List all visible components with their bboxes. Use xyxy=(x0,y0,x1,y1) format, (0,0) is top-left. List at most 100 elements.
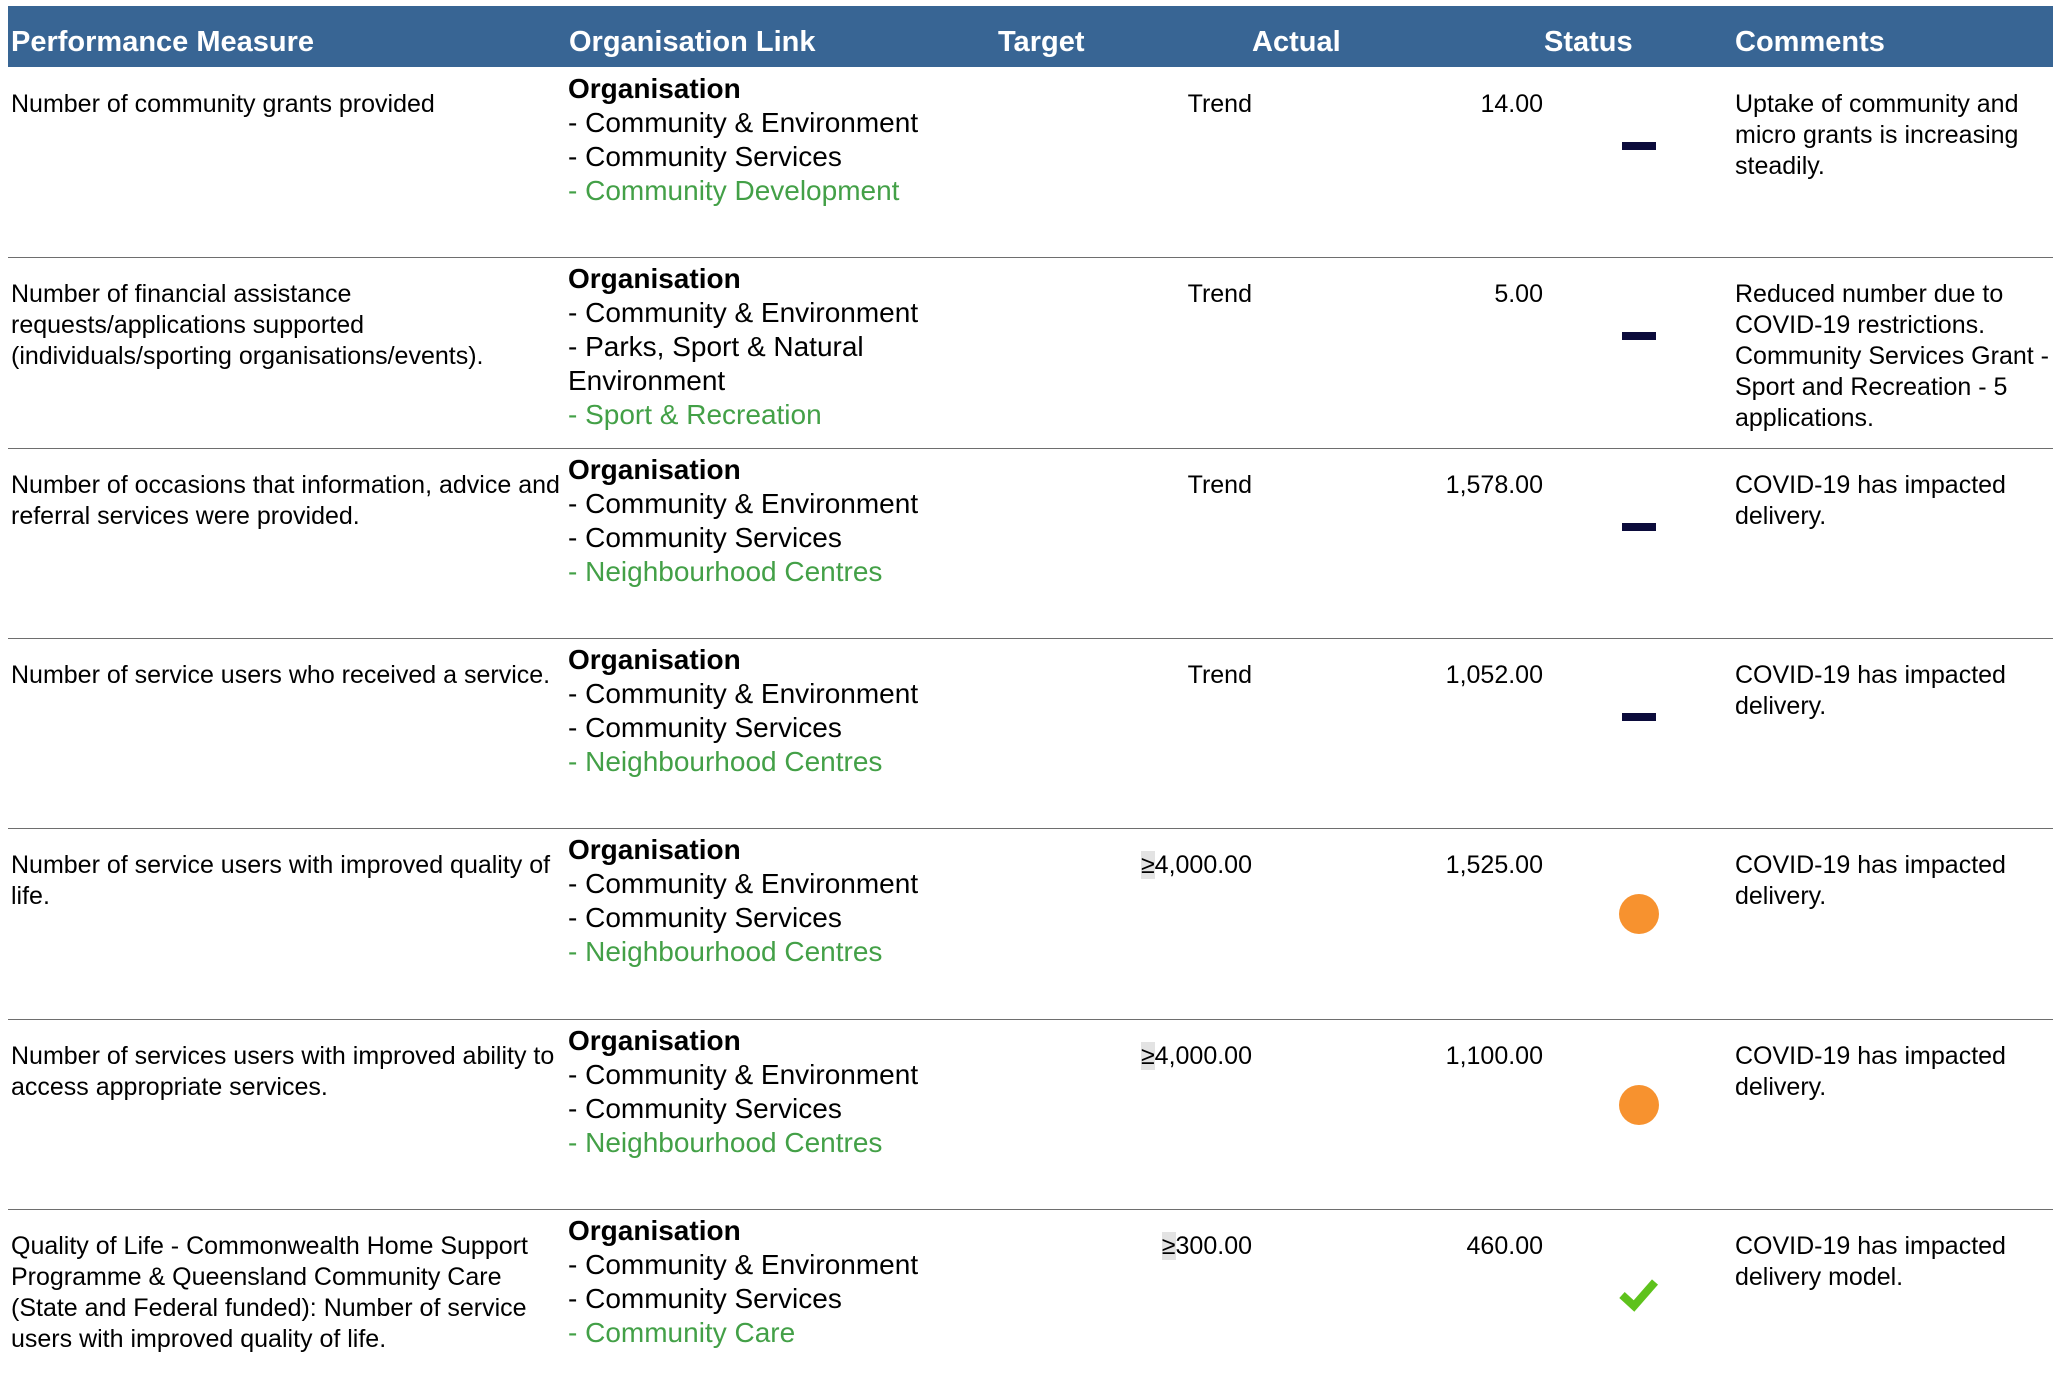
organisation-link: Organisation - Community & Environment - C… xyxy=(568,1024,988,1160)
table-row: Number of occasions that information, ad… xyxy=(0,448,2053,638)
target-number: Trend xyxy=(1187,280,1252,308)
table-row: Number of service users with improved qu… xyxy=(0,828,2053,1018)
target-value: Trend xyxy=(1188,660,1252,691)
actual-value: 1,525.00 xyxy=(1445,851,1543,879)
organisation-line: - Community & Environment xyxy=(568,488,919,519)
table-row: Quality of Life - Commonwealth Home Supp… xyxy=(0,1209,2053,1399)
row-divider xyxy=(8,1209,2053,1210)
organisation-unit-link[interactable]: - Neighbourhood Centres xyxy=(568,745,988,779)
actual-value: 1,100.00 xyxy=(1445,1042,1543,1070)
orange-circle-icon xyxy=(1618,1085,1660,1127)
row-divider xyxy=(8,448,2053,449)
header-actual: Actual xyxy=(1252,26,1341,58)
row-divider xyxy=(8,1019,2053,1020)
header-status: Status xyxy=(1544,26,1633,58)
greater-equal-symbol: ≥ xyxy=(1140,851,1155,879)
performance-measure: Number of community grants provided xyxy=(11,90,435,118)
organisation-line: - Community & Environment xyxy=(568,868,919,899)
organisation-line: - Community Services xyxy=(568,522,842,553)
orange-circle-icon xyxy=(1618,894,1660,936)
table-row: Number of services users with improved a… xyxy=(0,1019,2053,1209)
organisation-heading: Organisation xyxy=(568,454,741,485)
greater-equal-symbol: ≥ xyxy=(1161,1232,1176,1260)
actual-value: 1,578.00 xyxy=(1445,471,1543,499)
row-divider xyxy=(8,828,2053,829)
organisation-line: - Community & Environment xyxy=(568,107,919,138)
performance-measure: Number of service users with improved qu… xyxy=(11,851,551,910)
organisation-line: - Community Services xyxy=(568,141,842,172)
actual-value: 460.00 xyxy=(1466,1232,1543,1260)
performance-measure: Number of financial assistance requests/… xyxy=(11,280,484,370)
comment-text: Uptake of community and micro grants is … xyxy=(1735,90,2019,180)
organisation-unit-link[interactable]: - Neighbourhood Centres xyxy=(568,555,988,589)
header-target: Target xyxy=(998,26,1085,58)
organisation-link: Organisation - Community & Environment - C… xyxy=(568,453,988,589)
organisation-line: - Community & Environment xyxy=(568,678,919,709)
target-number: Trend xyxy=(1187,471,1252,499)
comment-text: COVID-19 has impacted delivery. xyxy=(1735,661,2006,720)
organisation-heading: Organisation xyxy=(568,644,741,675)
organisation-heading: Organisation xyxy=(568,73,741,104)
organisation-line: - Community Services xyxy=(568,1283,842,1314)
header-performance-measure: Performance Measure xyxy=(11,26,315,58)
greater-equal-symbol: ≥ xyxy=(1140,1042,1155,1070)
comment-text: Reduced number due to COVID-19 restricti… xyxy=(1735,280,2049,432)
row-divider xyxy=(8,257,2053,258)
target-number: 4,000.00 xyxy=(1154,851,1252,879)
organisation-line: - Community & Environment xyxy=(568,1249,919,1280)
organisation-line: - Community Services xyxy=(568,1093,842,1124)
actual-value: 14.00 xyxy=(1480,90,1543,118)
comment-text: COVID-19 has impacted delivery. xyxy=(1735,851,2006,910)
table-row: Number of financial assistance requests/… xyxy=(0,257,2053,447)
organisation-unit-link[interactable]: - Community Care xyxy=(568,1316,988,1350)
organisation-link: Organisation - Community & Environment - C… xyxy=(568,833,988,969)
organisation-heading: Organisation xyxy=(568,1025,741,1056)
organisation-unit-link[interactable]: - Neighbourhood Centres xyxy=(568,935,988,969)
performance-measure: Number of services users with improved a… xyxy=(11,1042,555,1101)
organisation-unit-link[interactable]: - Sport & Recreation xyxy=(568,398,988,432)
organisation-link: Organisation - Community & Environment - C… xyxy=(568,1214,988,1350)
performance-measure: Quality of Life - Commonwealth Home Supp… xyxy=(11,1232,528,1353)
target-value: ≥4,000.00 xyxy=(1140,1041,1252,1072)
header-comments: Comments xyxy=(1735,26,1885,58)
target-number: 300.00 xyxy=(1175,1232,1252,1260)
header-organisation-link: Organisation Link xyxy=(569,26,816,58)
dash-icon xyxy=(1618,704,1660,746)
table-row: Number of service users who received a s… xyxy=(0,638,2053,828)
organisation-link: Organisation - Community & Environment - C… xyxy=(568,643,988,779)
target-value: ≥300.00 xyxy=(1161,1231,1252,1262)
target-number: 4,000.00 xyxy=(1154,1042,1252,1070)
table-header: Performance Measure Organisation Link Ta… xyxy=(8,6,2053,67)
target-value: Trend xyxy=(1188,89,1252,120)
actual-value: 5.00 xyxy=(1494,280,1543,308)
organisation-line: - Community & Environment xyxy=(568,1059,919,1090)
target-number: Trend xyxy=(1187,661,1252,689)
organisation-unit-link[interactable]: - Community Development xyxy=(568,174,988,208)
dash-icon xyxy=(1618,514,1660,556)
actual-value: 1,052.00 xyxy=(1445,661,1543,689)
comment-text: COVID-19 has impacted delivery. xyxy=(1735,1042,2006,1101)
organisation-heading: Organisation xyxy=(568,834,741,865)
comment-text: COVID-19 has impacted delivery. xyxy=(1735,471,2006,530)
organisation-line: - Parks, Sport & Natural Environment xyxy=(568,331,864,396)
green-check-icon xyxy=(1618,1275,1660,1317)
organisation-heading: Organisation xyxy=(568,263,741,294)
target-value: Trend xyxy=(1188,279,1252,310)
performance-measure: Number of occasions that information, ad… xyxy=(11,471,560,530)
row-divider xyxy=(8,638,2053,639)
comment-text: COVID-19 has impacted delivery model. xyxy=(1735,1232,2006,1291)
performance-measure: Number of service users who received a s… xyxy=(11,661,551,689)
organisation-unit-link[interactable]: - Neighbourhood Centres xyxy=(568,1126,988,1160)
organisation-link: Organisation - Community & Environment - C… xyxy=(568,72,988,208)
dash-icon xyxy=(1618,133,1660,175)
target-value: Trend xyxy=(1188,470,1252,501)
dash-icon xyxy=(1618,323,1660,365)
table-row: Number of community grants provided Organ… xyxy=(0,67,2053,257)
organisation-line: - Community & Environment xyxy=(568,297,919,328)
target-value: ≥4,000.00 xyxy=(1140,850,1252,881)
organisation-link: Organisation - Community & Environment - P… xyxy=(568,262,988,432)
organisation-line: - Community Services xyxy=(568,712,842,743)
organisation-line: - Community Services xyxy=(568,902,842,933)
organisation-heading: Organisation xyxy=(568,1215,741,1246)
target-number: Trend xyxy=(1187,90,1252,118)
